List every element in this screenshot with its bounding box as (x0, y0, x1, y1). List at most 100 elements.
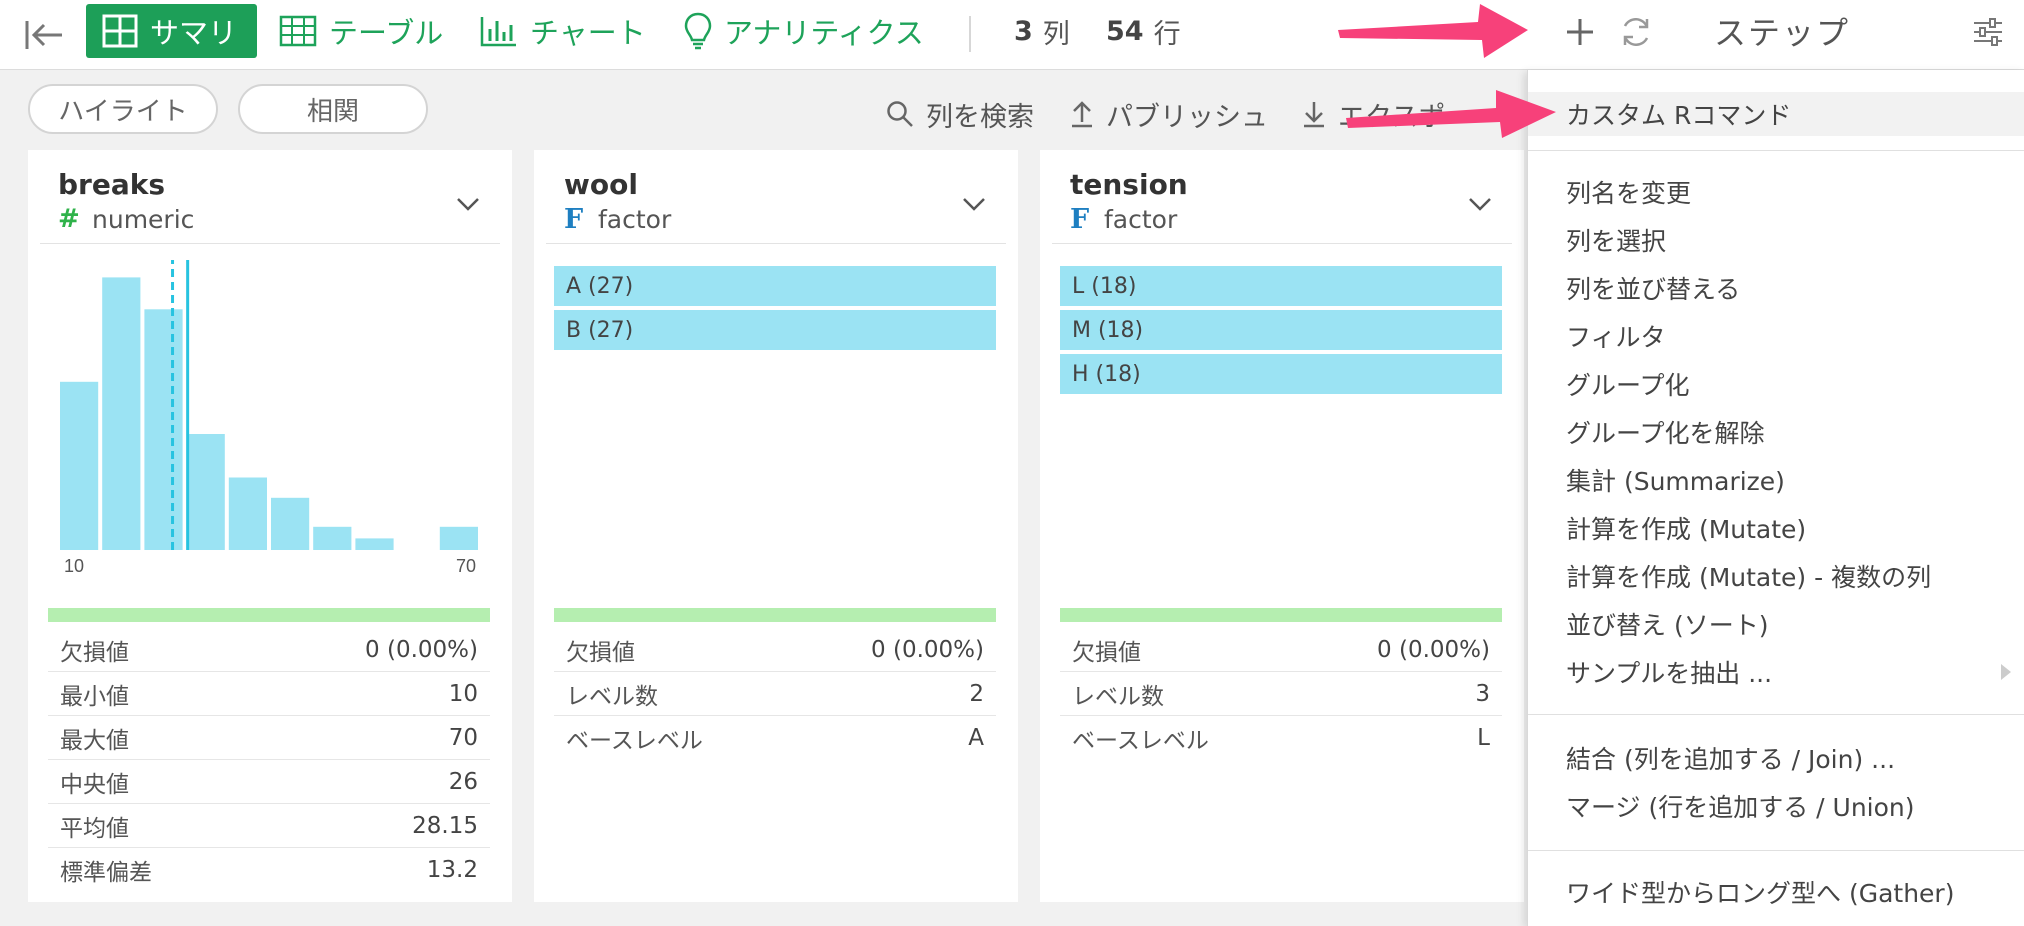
stat-value: 0 (0.00%) (1377, 636, 1490, 663)
histogram-bar (355, 538, 394, 550)
stat-label: 欠損値 (60, 639, 129, 666)
column-header: wool F factor (546, 168, 1006, 244)
chevron-down-icon[interactable] (452, 188, 484, 220)
publish-label: パブリッシュ (1106, 101, 1268, 133)
column-name: tension (1070, 168, 1188, 201)
column-type-label: factor (598, 205, 672, 234)
level-bar: B (27) (554, 310, 996, 350)
menu-item-sample[interactable]: サンプルを抽出 ... (1528, 650, 2024, 694)
axis-min-label: 10 (64, 556, 84, 576)
settings-sliders-button[interactable] (1968, 12, 2008, 52)
valid-ratio-bar (48, 608, 490, 622)
histogram-bar (313, 526, 352, 550)
correlation-button[interactable]: 相関 (238, 84, 428, 134)
stat-row: 欠損値 0 (0.00%) (1060, 628, 1502, 672)
menu-item-custom-r-command[interactable]: カスタム Rコマンド (1528, 92, 2024, 136)
stat-value: 28.15 (412, 812, 478, 839)
stat-label: 欠損値 (1072, 639, 1141, 666)
tab-summary[interactable]: サマリ (86, 4, 258, 58)
menu-item-union[interactable]: マージ (行を追加する / Union) (1528, 784, 2024, 828)
rows-count: 54 行 (1106, 8, 1181, 54)
search-columns-label: 列を検索 (926, 101, 1034, 133)
stat-label: 中央値 (60, 771, 129, 798)
search-columns-button[interactable]: 列を検索 (886, 92, 1034, 136)
stat-row: レベル数 2 (554, 672, 996, 716)
stat-row: 欠損値 0 (0.00%) (554, 628, 996, 672)
sliders-icon (1974, 18, 2002, 46)
stat-label: 最大値 (60, 727, 129, 754)
menu-divider (1528, 714, 2024, 715)
export-label: エクスポ (1338, 101, 1446, 133)
tab-chart[interactable]: チャート (480, 4, 646, 58)
add-step-menu: カスタム Rコマンド 列名を変更 列を選択 列を並び替える フィルタ グループ化… (1527, 70, 2024, 926)
column-name: wool (564, 168, 638, 201)
column-type: # numeric (58, 204, 194, 234)
stat-label: ベースレベル (1072, 728, 1209, 754)
stat-row: 中央値 26 (48, 760, 490, 804)
menu-item-mutate-multiple[interactable]: 計算を作成 (Mutate) - 複数の列 (1528, 554, 2024, 598)
column-card-tension: tension F factor L (18) M (18) H (18) 欠損… (1040, 150, 1524, 902)
stat-label: レベル数 (1072, 683, 1164, 710)
columns-count-value: 3 (1014, 15, 1033, 47)
menu-item-group-by[interactable]: グループ化 (1528, 362, 2024, 406)
download-icon (1304, 102, 1324, 128)
collapse-left-icon[interactable] (20, 12, 68, 58)
menu-item-gather[interactable]: ワイド型からロング型へ (Gather) (1528, 870, 2024, 914)
menu-item-sort[interactable]: 並び替え (ソート) (1528, 602, 2024, 646)
stat-value: L (1477, 725, 1490, 751)
histogram-bar (60, 381, 99, 550)
upload-icon (1072, 101, 1092, 128)
menu-item-select-columns[interactable]: 列を選択 (1528, 218, 2024, 262)
columns-count: 3 列 (1014, 8, 1070, 54)
lightbulb-icon (684, 12, 712, 50)
stat-label: 標準偏差 (60, 860, 152, 886)
menu-item-sample-label: サンプルを抽出 ... (1566, 659, 1773, 688)
stat-label: 平均値 (60, 815, 129, 842)
column-header: tension F factor (1052, 168, 1512, 244)
highlight-button[interactable]: ハイライト (28, 84, 218, 134)
toolbar-divider (969, 16, 971, 52)
menu-item-reorder-columns[interactable]: 列を並び替える (1528, 266, 2024, 310)
stat-row: レベル数 3 (1060, 672, 1502, 716)
stat-value: A (968, 725, 984, 751)
menu-item-join[interactable]: 結合 (列を追加する / Join) ... (1528, 736, 2024, 780)
menu-item-summarize[interactable]: 集計 (Summarize) (1528, 458, 2024, 502)
search-icon (887, 101, 913, 127)
stat-value: 13.2 (426, 857, 478, 883)
add-step-button[interactable] (1562, 10, 1598, 54)
menu-divider (1528, 850, 2024, 851)
stat-label: レベル数 (566, 683, 658, 710)
tab-table-label: テーブル (329, 16, 444, 50)
menu-item-filter[interactable]: フィルタ (1528, 314, 2024, 358)
histogram-bar (271, 497, 310, 550)
tab-table[interactable]: テーブル (279, 4, 443, 58)
histogram-bar (102, 277, 141, 550)
stat-label: ベースレベル (566, 728, 703, 754)
stat-row: ベースレベル L (1060, 716, 1502, 760)
menu-item-mutate[interactable]: 計算を作成 (Mutate) (1528, 506, 2024, 550)
tab-analytics-label: アナリティクス (724, 16, 924, 50)
axis-max-label: 70 (456, 556, 476, 576)
chevron-down-icon[interactable] (958, 188, 990, 220)
menu-item-rename-columns[interactable]: 列名を変更 (1528, 170, 2024, 214)
stat-row: ベースレベル A (554, 716, 996, 760)
menu-item-ungroup[interactable]: グループ化を解除 (1528, 410, 2024, 454)
stat-value: 0 (0.00%) (871, 636, 984, 663)
columns-count-unit: 列 (1042, 18, 1070, 50)
stat-row: 欠損値 0 (0.00%) (48, 628, 490, 672)
histogram-chart: 10 70 (60, 260, 478, 576)
publish-button[interactable]: パブリッシュ (1070, 92, 1268, 136)
stat-value: 10 (448, 680, 478, 707)
histogram-bar (144, 309, 183, 550)
stat-value: 2 (969, 680, 984, 707)
table-icon (279, 15, 317, 47)
tab-analytics[interactable]: アナリティクス (684, 4, 924, 58)
chevron-down-icon[interactable] (1464, 188, 1496, 220)
refresh-button[interactable] (1614, 10, 1658, 54)
stat-value: 70 (448, 724, 478, 751)
stat-value: 26 (448, 768, 478, 795)
export-button[interactable]: エクスポ (1302, 92, 1522, 136)
tab-chart-label: チャート (530, 16, 646, 50)
level-bar: M (18) (1060, 310, 1502, 350)
valid-ratio-bar (1060, 608, 1502, 622)
